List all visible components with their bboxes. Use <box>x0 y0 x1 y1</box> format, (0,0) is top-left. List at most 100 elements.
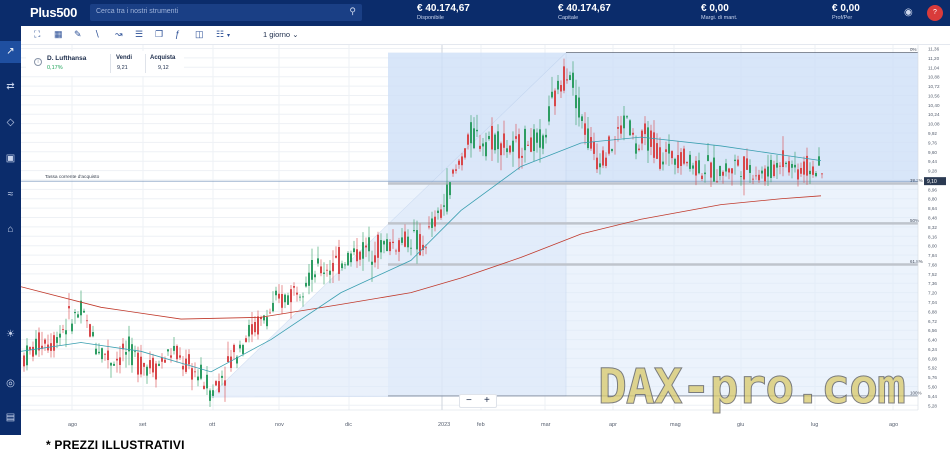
candle-body <box>500 143 502 156</box>
candle-body <box>65 330 67 335</box>
candle-body <box>719 165 721 177</box>
buy-label[interactable]: Acquista <box>150 55 175 61</box>
candle-body <box>479 145 481 149</box>
chart-canvas[interactable]: 11,36 11,20 11,04 10,88 10,72 10,56 10,40 10,24… <box>21 45 950 435</box>
search-input[interactable]: Cerca tra i nostri strumenti ⚲ <box>90 4 362 21</box>
avatar[interactable]: ? <box>927 5 943 21</box>
candle-body <box>506 148 508 153</box>
x-tick-label: 2023 <box>438 422 450 428</box>
candle-body <box>38 332 40 351</box>
line-tool-icon[interactable]: ∖ <box>94 29 100 40</box>
target-icon[interactable]: ◎ <box>0 373 21 395</box>
x-tick-label: ott <box>209 422 216 428</box>
candle-body <box>569 75 571 81</box>
candle-body <box>575 95 577 109</box>
hide-values-icon[interactable]: ◉ <box>904 7 913 18</box>
candle-body <box>647 127 649 151</box>
candle-body <box>74 311 76 314</box>
candle-body <box>56 337 58 343</box>
candle-body <box>665 149 667 152</box>
zoom-control: − + <box>459 394 497 408</box>
candle-body <box>668 143 670 154</box>
candle-body <box>353 248 355 253</box>
sell-price[interactable]: 9,21 <box>117 65 128 71</box>
zoom-in-button[interactable]: + <box>484 395 490 407</box>
candle-body <box>251 324 253 335</box>
candle-body <box>572 72 574 88</box>
positions-icon[interactable]: ⇄ <box>0 76 21 98</box>
instrument-name[interactable]: D. Lufthansa <box>47 55 86 62</box>
candle-body <box>209 390 211 401</box>
candle-body <box>587 128 589 149</box>
y-tick-label: 10,40 <box>928 103 940 108</box>
candle-body <box>644 123 646 135</box>
chat-icon[interactable]: ▤ <box>0 407 21 429</box>
candle-body <box>503 133 505 148</box>
plus500-logo[interactable]: Plus500 <box>30 5 77 20</box>
candle-body <box>197 376 199 381</box>
draw-pencil-icon[interactable]: ✎ <box>74 29 82 40</box>
calendar-icon[interactable]: ☷ <box>216 29 224 40</box>
candle-body <box>194 371 196 373</box>
y-tick-label: 9,92 <box>928 131 937 136</box>
candle-body <box>83 310 85 313</box>
y-tick-label: 6,56 <box>928 328 937 333</box>
candle-body <box>464 148 466 158</box>
x-tick-label: mag <box>670 422 681 428</box>
candle-body <box>221 375 223 378</box>
candle-body <box>728 168 730 173</box>
candle-body <box>527 144 529 146</box>
candle-body <box>491 125 493 150</box>
candle-body <box>80 300 82 316</box>
footnote: * PREZZI ILLUSTRATIVI <box>46 438 185 452</box>
candle-body <box>731 168 733 174</box>
candle-body <box>179 355 181 358</box>
candle-body <box>89 324 91 337</box>
candle-body <box>278 293 280 299</box>
buy-price[interactable]: 9,12 <box>158 65 169 71</box>
side-nav: ↗ ⇄ ◇ ▣ ≈ ⌂ ☀ ◎ ▤ <box>0 26 21 435</box>
trade-chart-icon[interactable]: ↗ <box>0 41 21 63</box>
trends-icon[interactable]: ≈ <box>0 184 21 206</box>
function-icon[interactable]: ƒ <box>175 29 180 39</box>
search-icon[interactable]: ⚲ <box>349 6 356 17</box>
compare-icon[interactable]: ◫ <box>195 29 204 40</box>
y-tick-label: 8,80 <box>928 197 937 202</box>
candle-body <box>515 136 517 139</box>
period-select[interactable]: 1 giorno ⌄ <box>263 30 299 39</box>
candle-body <box>497 131 499 150</box>
candle-body <box>254 321 256 333</box>
y-tick-label: 5,44 <box>928 394 937 399</box>
fibonacci-icon[interactable]: ☰ <box>135 29 143 40</box>
candle-body <box>218 381 220 393</box>
copy-icon[interactable]: ❐ <box>155 29 163 40</box>
candle-body <box>410 247 412 249</box>
candle-body <box>98 351 100 354</box>
theme-sun-icon[interactable]: ☀ <box>0 324 21 346</box>
candle-body <box>737 159 739 166</box>
candle-body <box>602 150 604 166</box>
x-tick-label: ago <box>889 422 898 428</box>
candle-body <box>530 137 532 152</box>
watermark: DAX-pro.com <box>598 359 905 415</box>
candle-body <box>53 335 55 351</box>
candle-body <box>446 184 448 212</box>
trend-tool-icon[interactable]: ↝ <box>115 29 123 40</box>
price-chart[interactable]: 11,36 11,20 11,04 10,88 10,72 10,56 10,40 10,24… <box>21 45 950 435</box>
candle-body <box>203 385 205 389</box>
x-tick-label: dic <box>345 422 352 428</box>
candle-body <box>815 172 817 177</box>
orders-tag-icon[interactable]: ◇ <box>0 112 21 134</box>
portfolio-icon[interactable]: ▣ <box>0 148 21 170</box>
calendar-chevron-icon[interactable]: ▾ <box>227 32 230 39</box>
x-tick-label: nov <box>275 422 284 428</box>
indicators-icon[interactable]: ▦ <box>54 29 63 40</box>
bank-icon[interactable]: ⌂ <box>0 219 21 241</box>
candle-body <box>563 66 565 91</box>
sell-label[interactable]: Vendi <box>116 55 132 61</box>
info-icon[interactable]: i <box>34 58 42 66</box>
candle-body <box>794 164 796 168</box>
candle-body <box>68 306 70 309</box>
fullscreen-icon[interactable]: ⛶ <box>34 29 40 40</box>
zoom-out-button[interactable]: − <box>466 395 472 407</box>
